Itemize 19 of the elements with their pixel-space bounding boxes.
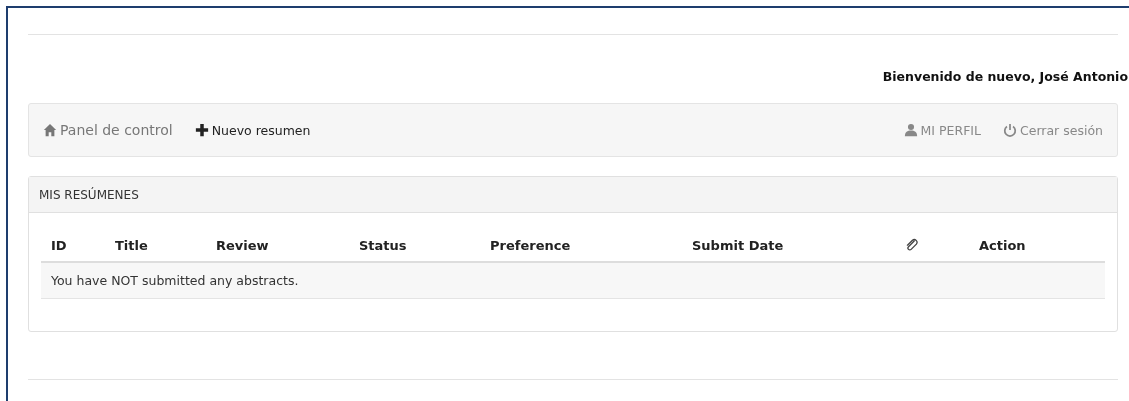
column-header: Preference: [490, 237, 571, 253]
dashboard-link[interactable]: Panel de control: [43, 122, 173, 138]
column-header: ID: [51, 237, 67, 253]
column-header: Review: [216, 237, 269, 253]
logout-link[interactable]: Cerrar sesión: [1003, 122, 1103, 138]
home-icon: [43, 123, 57, 137]
power-icon: [1003, 123, 1017, 137]
panel-title: MIS RESÚMENES: [39, 187, 139, 202]
user-icon: [903, 123, 918, 137]
column-header: Status: [359, 237, 407, 253]
column-header: Action: [979, 237, 1026, 253]
column-header: Submit Date: [692, 237, 784, 253]
new-abstract-link[interactable]: Nuevo resumen: [194, 122, 311, 138]
profile-link[interactable]: MI PERFIL: [903, 122, 981, 138]
welcome-text: Bienvenido de nuevo, José Antonio: [882, 69, 1128, 86]
empty-message: You have NOT submitted any abstracts.: [51, 273, 299, 288]
column-header: Title: [115, 237, 148, 253]
paperclip-icon: [905, 238, 919, 252]
plus-icon: [194, 123, 209, 137]
